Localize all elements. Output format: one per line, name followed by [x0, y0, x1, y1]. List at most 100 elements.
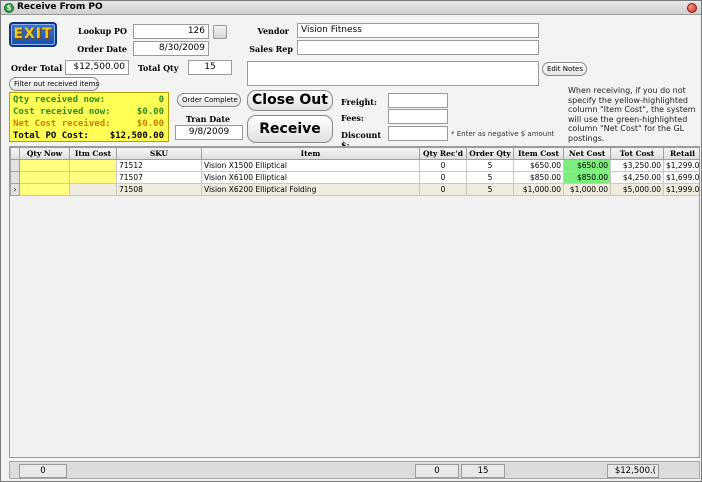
order-qty-cell: 5 [466, 183, 514, 196]
item-cell: Vision X6200 Elliptical Folding [201, 183, 420, 196]
cost-received-row: Cost received now: $0.00 [13, 107, 164, 118]
row-selector[interactable] [10, 159, 20, 172]
itm-cost-cell[interactable] [69, 171, 117, 184]
total-qty-label: Total Qty [138, 63, 179, 73]
po-items-table: Qty Now Itm Cost SKU Item Qty Rec'd Orde… [10, 147, 699, 196]
total-po-cost-value: $12,500.00 [109, 131, 164, 141]
order-date-label: Order Date [77, 44, 127, 54]
tot-cost-cell: $3,250.00 [610, 159, 664, 172]
itm-cost-cell[interactable] [69, 159, 117, 172]
exit-button[interactable]: EXIT [9, 22, 57, 47]
grid-header-row: Qty Now Itm Cost SKU Item Qty Rec'd Orde… [10, 147, 699, 160]
table-row[interactable]: 71507 Vision X6100 Elliptical 0 5 $850.0… [10, 171, 699, 184]
receiving-note: When receiving, if you do not specify th… [568, 86, 696, 143]
order-total-field: $12,500.00 [65, 60, 129, 75]
row-selector-current[interactable]: › [10, 183, 20, 196]
qty-received-label: Qty received now: [13, 95, 106, 105]
col-qty-now[interactable]: Qty Now [19, 147, 70, 160]
tot-cost-cell: $5,000.00 [610, 183, 664, 196]
retail-cell: $1,699.00 [663, 171, 699, 184]
qty-received-value: 0 [158, 95, 164, 105]
close-window-button[interactable] [687, 3, 697, 13]
net-cost-received-row: Net Cost received: $0.00 [13, 119, 164, 130]
item-cell: Vision X1500 Elliptical [201, 159, 420, 172]
col-order-qty[interactable]: Order Qty [466, 147, 514, 160]
col-item-cost[interactable]: Item Cost [513, 147, 564, 160]
qty-received-row: Qty received now: 0 [13, 95, 164, 106]
total-po-cost-row: Total PO Cost: $12,500.00 [13, 131, 164, 142]
receive-button[interactable]: Receive [247, 115, 333, 143]
item-cell: Vision X6100 Elliptical [201, 171, 420, 184]
table-row[interactable]: 71512 Vision X1500 Elliptical 0 5 $650.0… [10, 159, 699, 172]
receive-from-po-window: $ Receive From PO EXIT Lookup PO 126 Ord… [0, 0, 702, 482]
freight-label: Freight: [341, 97, 377, 107]
net-cost-cell: $650.00 [563, 159, 611, 172]
col-item[interactable]: Item [201, 147, 420, 160]
vendor-label: Vendor [257, 26, 289, 36]
col-net-cost[interactable]: Net Cost [563, 147, 611, 160]
tot-cost-total: $12,500.( [607, 464, 659, 478]
sku-cell: 71507 [116, 171, 202, 184]
retail-cell: $1,999.00 [663, 183, 699, 196]
retail-cell: $1,299.00 [663, 159, 699, 172]
order-total-label: Order Total [11, 63, 63, 73]
tran-date-label: Tran Date [185, 114, 231, 124]
discount-hint: * Enter as negative $ amount [451, 130, 555, 138]
qty-recd-total: 0 [415, 464, 459, 478]
dollar-icon: $ [4, 3, 14, 13]
qty-now-total: 0 [19, 464, 67, 478]
col-retail[interactable]: Retail [663, 147, 699, 160]
sales-rep-label: Sales Rep [249, 44, 293, 54]
lookup-po-field[interactable]: 126 [133, 24, 209, 39]
window-title: Receive From PO [17, 2, 103, 12]
sku-cell: 71512 [116, 159, 202, 172]
qty-now-cell[interactable] [19, 159, 70, 172]
freight-field[interactable] [388, 93, 448, 108]
order-qty-cell: 5 [466, 171, 514, 184]
net-cost-cell: $850.00 [563, 171, 611, 184]
tran-date-field[interactable]: 9/8/2009 [175, 125, 243, 140]
col-itm-cost[interactable]: Itm Cost [69, 147, 117, 160]
row-selector[interactable] [10, 171, 20, 184]
qty-now-cell[interactable] [19, 183, 70, 196]
order-qty-total: 15 [461, 464, 505, 478]
lookup-po-label: Lookup PO [77, 26, 127, 36]
close-out-button[interactable]: Close Out [247, 90, 333, 111]
qty-recd-cell: 0 [419, 183, 467, 196]
receipt-summary-panel: Qty received now: 0 Cost received now: $… [9, 92, 169, 142]
discount-field[interactable] [388, 126, 448, 141]
po-items-grid: Qty Now Itm Cost SKU Item Qty Rec'd Orde… [9, 146, 700, 458]
col-tot-cost[interactable]: Tot Cost [610, 147, 664, 160]
edit-notes-button[interactable]: Edit Notes [542, 62, 587, 76]
fees-label: Fees: [341, 113, 364, 123]
order-complete-button[interactable]: Order Complete [177, 93, 241, 107]
sales-rep-field[interactable] [297, 40, 539, 55]
vendor-field[interactable]: Vision Fitness [297, 23, 539, 38]
total-qty-field: 15 [188, 60, 232, 75]
grid-totals-bar: 0 0 15 $12,500.( [9, 461, 700, 479]
col-qty-recd[interactable]: Qty Rec'd [419, 147, 467, 160]
edit-po-icon[interactable] [213, 25, 227, 39]
net-cost-received-value: $0.00 [136, 119, 164, 129]
qty-now-cell[interactable] [19, 171, 70, 184]
cost-received-label: Cost received now: [13, 107, 111, 117]
row-selector-header [10, 147, 20, 160]
notes-field[interactable] [247, 61, 539, 86]
qty-recd-cell: 0 [419, 159, 467, 172]
tot-cost-cell: $4,250.00 [610, 171, 664, 184]
total-po-cost-label: Total PO Cost: [13, 131, 89, 141]
qty-recd-cell: 0 [419, 171, 467, 184]
col-sku[interactable]: SKU [116, 147, 202, 160]
cost-received-value: $0.00 [136, 107, 164, 117]
title-bar: $ Receive From PO [1, 1, 701, 15]
item-cost-cell: $1,000.00 [513, 183, 564, 196]
filter-received-button[interactable]: Filter out received items [9, 77, 99, 91]
item-cost-cell: $850.00 [513, 171, 564, 184]
net-cost-cell: $1,000.00 [563, 183, 611, 196]
sku-cell: 71508 [116, 183, 202, 196]
fees-field[interactable] [388, 109, 448, 124]
itm-cost-cell[interactable] [69, 183, 117, 196]
order-date-field[interactable]: 8/30/2009 [133, 41, 209, 56]
order-qty-cell: 5 [466, 159, 514, 172]
table-row[interactable]: › 71508 Vision X6200 Elliptical Folding … [10, 183, 699, 196]
